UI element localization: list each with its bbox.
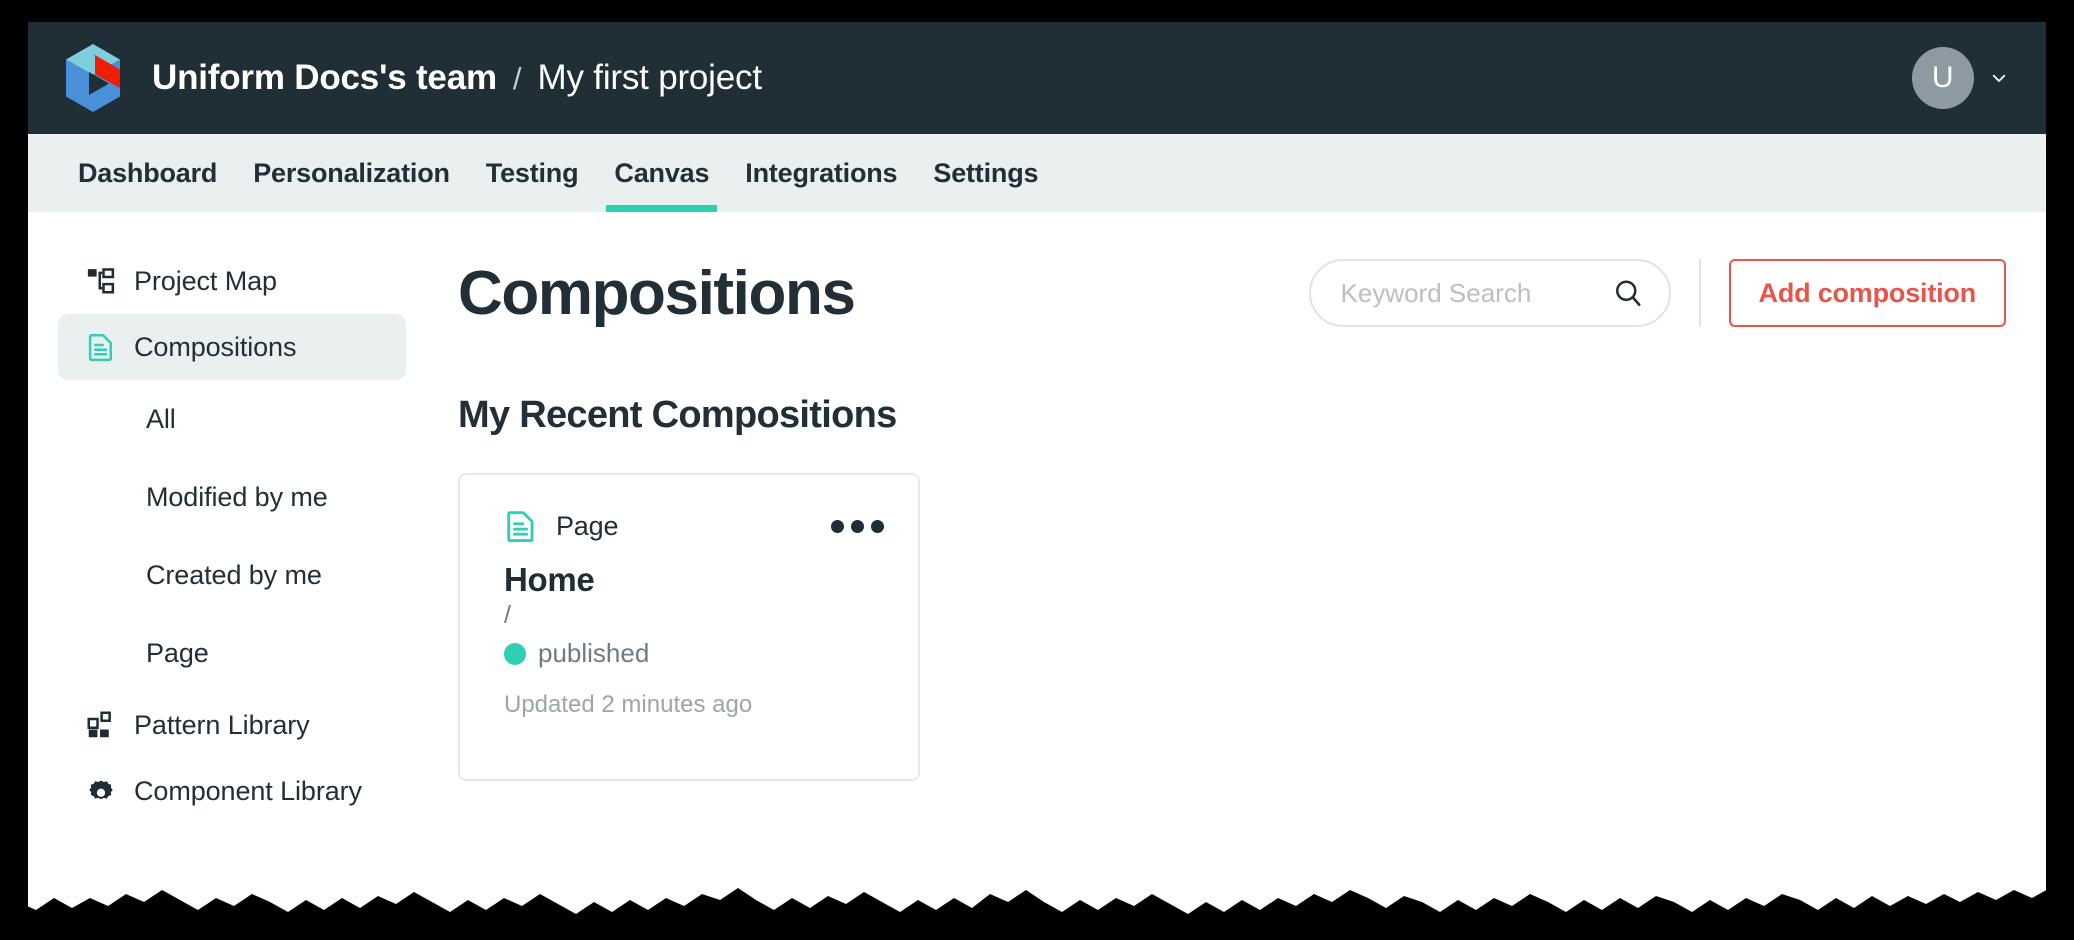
document-icon [86, 332, 116, 362]
status-label: published [538, 638, 650, 668]
sidebar-subitem-all-label: All [146, 403, 176, 434]
main-header-row: Compositions Add composition [458, 238, 2006, 348]
sidebar-subitem-all[interactable]: All [58, 380, 406, 458]
blocks-icon [86, 710, 116, 740]
search-input[interactable] [1340, 277, 1613, 309]
main-content: Compositions Add composition [436, 212, 2046, 918]
tab-integrations[interactable]: Integrations [727, 134, 915, 212]
card-path: / [504, 601, 511, 629]
tab-settings-label: Settings [933, 157, 1039, 188]
breadcrumb-team[interactable]: Uniform Docs's team [152, 58, 497, 98]
toolbar-divider [1698, 259, 1701, 327]
app-window: Uniform Docs's team / My first project U… [28, 22, 2046, 918]
breadcrumb-separator: / [512, 61, 522, 96]
sidebar: Project Map Compositions All Modified by… [28, 212, 436, 918]
breadcrumb: Uniform Docs's team / My first project [152, 58, 762, 98]
breadcrumb-project[interactable]: My first project [538, 58, 763, 98]
sidebar-item-pattern-library[interactable]: Pattern Library [58, 692, 406, 758]
sidebar-item-project-map[interactable]: Project Map [58, 248, 406, 314]
uniform-hexagon-logo-svg [66, 44, 120, 112]
status-badge: published [504, 638, 888, 669]
composition-card-grid: Page Home / published Updated 2 minutes … [458, 473, 2006, 781]
card-updated-timestamp: Updated 2 minutes ago [504, 691, 753, 718]
sidebar-item-component-library-label: Component Library [134, 775, 362, 806]
sidebar-item-component-library[interactable]: Component Library [58, 758, 406, 824]
sidebar-subitem-page[interactable]: Page [58, 614, 406, 692]
ellipsis-dot [871, 519, 884, 533]
main-nav: Dashboard Personalization Testing Canvas… [28, 134, 2046, 212]
card-title: Home [504, 561, 595, 598]
top-header: Uniform Docs's team / My first project U [28, 22, 2046, 134]
sidebar-item-compositions-label: Compositions [134, 331, 297, 362]
sidebar-subitem-modified-by-me-label: Modified by me [146, 481, 328, 512]
search-box[interactable] [1308, 259, 1671, 327]
card-type-label: Page [556, 510, 619, 541]
card-header: Page [504, 509, 888, 543]
uniform-hexagon-logo[interactable] [62, 42, 124, 114]
screenshot-root: Uniform Docs's team / My first project U… [0, 0, 2074, 940]
add-composition-button[interactable]: Add composition [1728, 259, 2006, 327]
ellipsis-icon[interactable] [827, 510, 888, 543]
sidebar-subitem-modified-by-me[interactable]: Modified by me [58, 458, 406, 536]
tab-settings[interactable]: Settings [915, 134, 1056, 212]
tab-testing-label: Testing [485, 157, 579, 188]
gear-icon [86, 776, 116, 806]
tab-canvas-label: Canvas [614, 157, 710, 188]
header-tools: Add composition [1308, 259, 2006, 327]
chevron-down-icon[interactable] [1990, 69, 2008, 87]
composition-card[interactable]: Page Home / published Updated 2 minutes … [458, 473, 920, 781]
ellipsis-dot [851, 519, 864, 533]
body-area: Project Map Compositions All Modified by… [28, 212, 2046, 918]
sidebar-subitem-created-by-me-label: Created by me [146, 559, 322, 590]
sidebar-item-project-map-label: Project Map [134, 265, 277, 296]
header-user-menu[interactable]: U [1912, 47, 2018, 109]
section-title: My Recent Compositions [458, 394, 897, 436]
page-title: Compositions [458, 258, 856, 328]
sidebar-item-compositions[interactable]: Compositions [58, 314, 406, 380]
tab-personalization[interactable]: Personalization [235, 134, 468, 212]
ellipsis-dot [831, 519, 844, 533]
tab-dashboard-label: Dashboard [78, 157, 218, 188]
search-icon[interactable] [1613, 278, 1643, 308]
sitemap-icon [86, 266, 116, 296]
document-icon [504, 509, 538, 543]
sidebar-item-pattern-library-label: Pattern Library [134, 709, 310, 740]
tab-dashboard[interactable]: Dashboard [60, 134, 235, 212]
avatar[interactable]: U [1912, 47, 1974, 109]
tab-canvas[interactable]: Canvas [596, 134, 727, 212]
tab-testing[interactable]: Testing [468, 134, 597, 212]
tab-integrations-label: Integrations [745, 157, 898, 188]
sidebar-subitem-page-label: Page [146, 637, 209, 668]
status-dot-icon [504, 642, 526, 665]
tab-personalization-label: Personalization [253, 157, 450, 188]
sidebar-subitem-created-by-me[interactable]: Created by me [58, 536, 406, 614]
